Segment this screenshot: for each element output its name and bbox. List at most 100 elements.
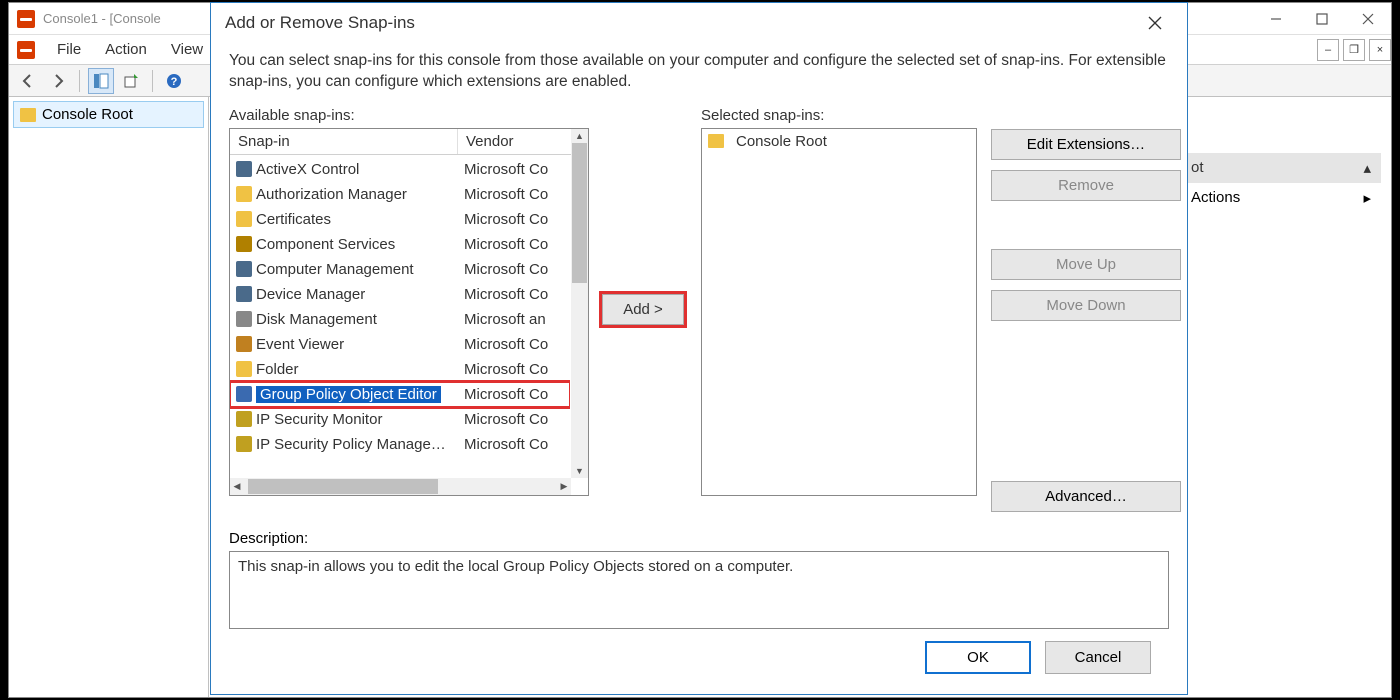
snapin-row[interactable]: IP Security Monitor Microsoft Co	[230, 407, 570, 432]
dialog-titlebar: Add or Remove Snap-ins	[211, 3, 1187, 43]
dialog-intro: You can select snap-ins for this console…	[229, 51, 1169, 93]
snapin-icon	[236, 186, 252, 202]
snapin-icon	[236, 436, 252, 452]
col-snapin[interactable]: Snap-in	[230, 129, 458, 154]
snapin-row[interactable]: Certificates Microsoft Co	[230, 207, 570, 232]
snapin-vendor: Microsoft Co	[458, 161, 570, 178]
snapin-vendor: Microsoft Co	[458, 211, 570, 228]
show-tree-icon[interactable]	[88, 68, 114, 94]
minimize-button[interactable]	[1253, 4, 1299, 34]
scroll-thumb[interactable]	[572, 143, 587, 283]
snapin-row[interactable]: Computer ManagementMicrosoft Co	[230, 257, 570, 282]
snapin-name: Authorization Manager	[256, 186, 407, 203]
menu-action[interactable]: Action	[93, 39, 159, 60]
selected-label: Selected snap-ins:	[701, 107, 977, 124]
selected-root-label: Console Root	[736, 133, 827, 150]
snapin-row[interactable]: Device ManagerMicrosoft Co	[230, 282, 570, 307]
move-up-button[interactable]: Move Up	[991, 249, 1181, 280]
snapin-name: Computer Management	[256, 261, 414, 278]
selected-root-item[interactable]: Console Root	[708, 133, 970, 150]
cancel-button[interactable]: Cancel	[1045, 641, 1151, 674]
snapin-row[interactable]: Event ViewerMicrosoft Co	[230, 332, 570, 357]
help-icon[interactable]: ?	[161, 68, 187, 94]
snapin-name: IP Security Monitor	[256, 411, 382, 428]
tree-root-label: Console Root	[42, 106, 133, 123]
snapin-icon	[236, 411, 252, 427]
snapin-name: Folder	[256, 361, 299, 378]
folder-icon	[708, 134, 724, 148]
snapin-vendor: Microsoft Co	[458, 336, 570, 353]
mdi-minimize[interactable]: –	[1317, 39, 1339, 61]
snapin-icon	[236, 336, 252, 352]
folder-icon	[20, 108, 36, 122]
actions-pane: ot▴ Actions▸	[1181, 153, 1381, 213]
snapin-icon	[236, 261, 252, 277]
snapin-name: ActiveX Control	[256, 161, 359, 178]
snapin-row[interactable]: Group Policy Object Editor Microsoft Co	[230, 382, 570, 407]
snapin-name: Group Policy Object Editor	[256, 386, 441, 403]
snapin-name: Disk Management	[256, 311, 377, 328]
snapin-name: IP Security Policy Manage…	[256, 436, 446, 453]
snapin-icon	[236, 211, 252, 227]
svg-text:?: ?	[171, 76, 178, 88]
snapin-row[interactable]: Disk Management Microsoft an	[230, 307, 570, 332]
add-button[interactable]: Add >	[602, 294, 684, 325]
forward-icon[interactable]	[45, 68, 71, 94]
snapin-icon	[236, 286, 252, 302]
maximize-button[interactable]	[1299, 4, 1345, 34]
menu-file[interactable]: File	[45, 39, 93, 60]
remove-button[interactable]: Remove	[991, 170, 1181, 201]
snapin-vendor: Microsoft Co	[458, 411, 570, 428]
snapin-icon	[236, 386, 252, 402]
snapin-name: Certificates	[256, 211, 331, 228]
snapin-row[interactable]: IP Security Policy Manage… Microsoft Co	[230, 432, 570, 457]
menu-view[interactable]: View	[159, 39, 215, 60]
scroll-down-icon[interactable]: ▼	[571, 464, 588, 478]
mdi-close[interactable]: ×	[1369, 39, 1391, 61]
available-label: Available snap-ins:	[229, 107, 589, 124]
description-text: This snap-in allows you to edit the loca…	[238, 558, 793, 575]
window-title: Console1 - [Console	[43, 11, 161, 26]
tree-pane: Console Root	[9, 97, 209, 697]
available-list[interactable]: Snap-in Vendor ActiveX Control Microsoft …	[229, 128, 589, 496]
snapin-vendor: Microsoft Co	[458, 236, 570, 253]
selected-list[interactable]: Console Root	[701, 128, 977, 496]
mmc-doc-icon	[17, 41, 35, 59]
snapin-name: Component Services	[256, 236, 395, 253]
scroll-up-icon[interactable]: ▲	[571, 129, 588, 143]
snapin-icon	[236, 311, 252, 327]
snapins-dialog: Add or Remove Snap-ins You can select sn…	[210, 2, 1188, 695]
collapse-arrow-icon[interactable]: ▴	[1363, 159, 1371, 177]
snapin-row[interactable]: ActiveX Control Microsoft Co	[230, 157, 570, 182]
snapin-row[interactable]: Component Services Microsoft Co	[230, 232, 570, 257]
description-label: Description:	[229, 530, 1169, 547]
move-down-button[interactable]: Move Down	[991, 290, 1181, 321]
snapin-icon	[236, 236, 252, 252]
actions-header: ot▴	[1181, 153, 1381, 183]
vertical-scrollbar[interactable]: ▲ ▼	[571, 129, 588, 478]
dialog-title: Add or Remove Snap-ins	[225, 13, 415, 33]
export-icon[interactable]	[118, 68, 144, 94]
scroll-left-icon[interactable]: ◀	[230, 481, 244, 492]
mdi-restore[interactable]: ❐	[1343, 39, 1365, 61]
horizontal-scrollbar[interactable]: ◀ ▶	[230, 478, 571, 495]
scroll-right-icon[interactable]: ▶	[557, 481, 571, 492]
snapin-row[interactable]: FolderMicrosoft Co	[230, 357, 570, 382]
close-button[interactable]	[1345, 4, 1391, 34]
snapin-icon	[236, 361, 252, 377]
dialog-close-button[interactable]	[1137, 8, 1173, 38]
hscroll-thumb[interactable]	[248, 479, 438, 494]
list-header: Snap-in Vendor	[230, 129, 588, 155]
col-vendor[interactable]: Vendor	[458, 129, 588, 154]
snapin-vendor: Microsoft an	[458, 311, 570, 328]
back-icon[interactable]	[15, 68, 41, 94]
ok-button[interactable]: OK	[925, 641, 1031, 674]
advanced-button[interactable]: Advanced…	[991, 481, 1181, 512]
snapin-vendor: Microsoft Co	[458, 386, 570, 403]
snapin-vendor: Microsoft Co	[458, 436, 570, 453]
snapin-row[interactable]: Authorization Manager Microsoft Co	[230, 182, 570, 207]
more-actions[interactable]: Actions▸	[1181, 183, 1381, 213]
tree-root-item[interactable]: Console Root	[13, 101, 204, 128]
snapin-vendor: Microsoft Co	[458, 186, 570, 203]
edit-extensions-button[interactable]: Edit Extensions…	[991, 129, 1181, 160]
